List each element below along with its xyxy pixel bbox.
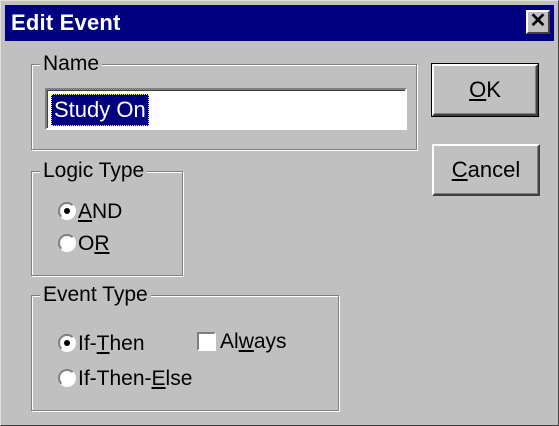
radio-icon — [58, 234, 76, 252]
cancel-button-label: Cancel — [452, 146, 520, 194]
radio-icon — [58, 202, 76, 220]
cancel-rest: ancel — [467, 157, 521, 182]
logic-type-groupbox: Logic Type AND OR — [31, 158, 183, 276]
event-type-groupbox: Event Type If-Then If-Then-Else Always — [31, 282, 339, 411]
always-checkbox-label: Always — [220, 330, 287, 353]
always-checkbox[interactable]: Always — [197, 328, 317, 356]
radio-icon — [58, 369, 76, 387]
title-bar[interactable]: Edit Event ✕ — [5, 5, 554, 41]
cancel-button[interactable]: Cancel — [432, 144, 540, 196]
close-button[interactable]: ✕ — [526, 10, 550, 34]
radio-and-label: AND — [78, 200, 123, 223]
radio-or[interactable]: OR — [58, 230, 168, 258]
ok-mnemonic: O — [469, 77, 487, 102]
ok-rest: K — [486, 77, 501, 102]
name-group-label: Name — [40, 51, 103, 77]
radio-icon — [58, 334, 76, 352]
cancel-mnemonic: C — [451, 157, 468, 182]
logic-type-group-label: Logic Type — [40, 158, 148, 184]
ok-button-label: OK — [469, 66, 501, 114]
window-title: Edit Event — [11, 10, 121, 35]
checkbox-icon — [197, 332, 216, 351]
name-input[interactable]: Study On — [45, 88, 407, 130]
name-input-value: Study On — [51, 94, 149, 126]
radio-if-then-else-label: If-Then-Else — [78, 367, 193, 390]
radio-and[interactable]: AND — [58, 198, 168, 226]
radio-or-label: OR — [78, 232, 110, 255]
radio-if-then-else[interactable]: If-Then-Else — [58, 365, 238, 393]
ok-button[interactable]: OK — [431, 63, 539, 117]
close-icon: ✕ — [529, 10, 547, 32]
name-groupbox: Name Study On — [31, 51, 417, 150]
edit-event-dialog: Edit Event ✕ Name Study On OK Cancel Log… — [0, 0, 559, 426]
event-type-group-label: Event Type — [40, 282, 151, 308]
radio-if-then-label: If-Then — [78, 332, 145, 355]
radio-if-then[interactable]: If-Then — [58, 330, 178, 358]
